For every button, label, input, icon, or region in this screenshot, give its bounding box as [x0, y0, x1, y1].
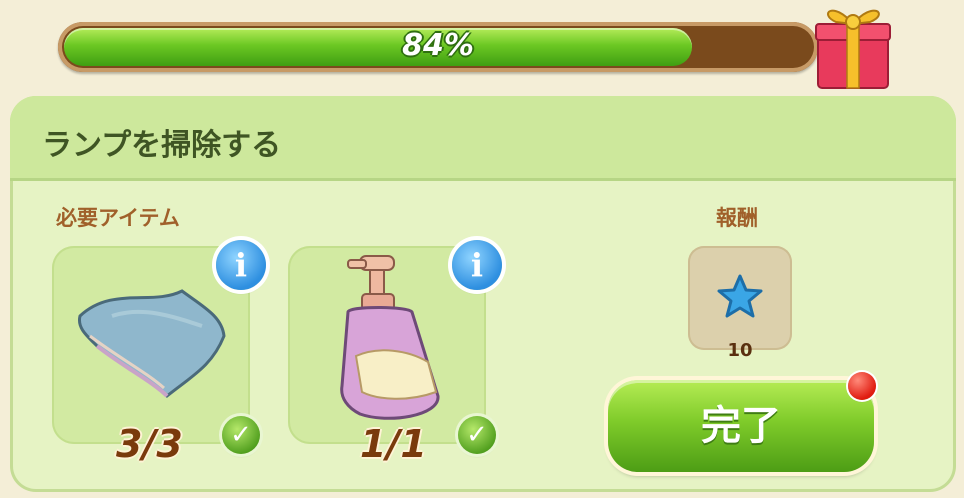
blue-star-icon	[717, 274, 763, 318]
required-items-label: 必要アイテム	[56, 206, 180, 230]
reward-card[interactable]	[688, 246, 792, 350]
progress-percent: 84%	[402, 28, 474, 63]
info-button-soap[interactable]: i	[452, 240, 502, 290]
gift-box-icon[interactable]	[808, 0, 898, 92]
quest-header: ランプを掃除する	[10, 96, 956, 181]
quest-progress-bar: 84%	[58, 22, 818, 72]
reward-amount: 10	[727, 340, 753, 361]
quest-title: ランプを掃除する	[42, 128, 282, 163]
required-item-card-soap[interactable]: i 1/1 ✓	[288, 240, 502, 466]
check-icon: ✓	[458, 416, 496, 454]
required-item-card-towel[interactable]: i 3/3 ✓	[52, 240, 266, 466]
item-count-towel: 3/3	[116, 422, 183, 466]
notification-badge	[848, 372, 876, 400]
info-button-towel[interactable]: i	[216, 240, 266, 290]
quest-panel: ランプを掃除する 必要アイテム 報酬 i 3/3 ✓ i 1/1 ✓ 10 完了	[10, 96, 956, 492]
check-icon: ✓	[222, 416, 260, 454]
complete-button[interactable]: 完了	[608, 380, 874, 472]
item-count-soap: 1/1	[360, 422, 427, 466]
reward-label: 報酬	[716, 206, 758, 230]
